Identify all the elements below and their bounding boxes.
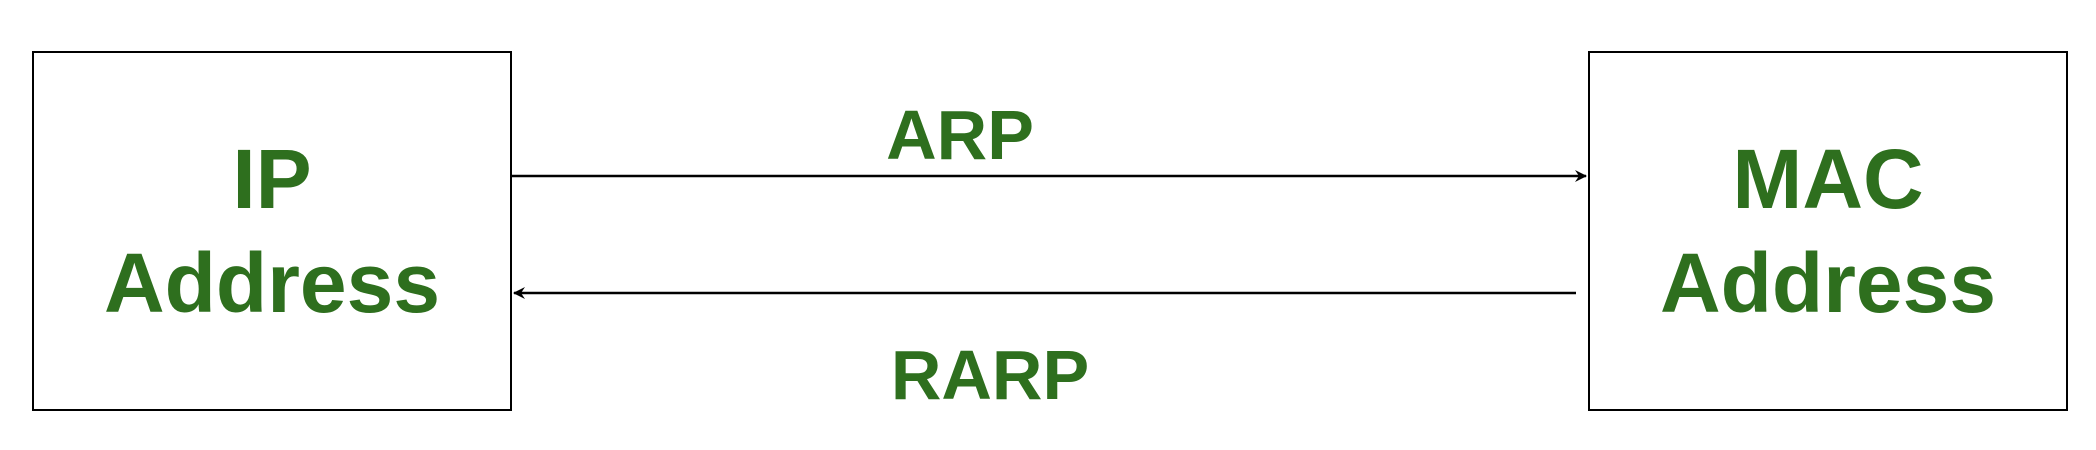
rarp-label: RARP bbox=[890, 336, 1090, 414]
arp-label: ARP bbox=[886, 96, 1034, 174]
